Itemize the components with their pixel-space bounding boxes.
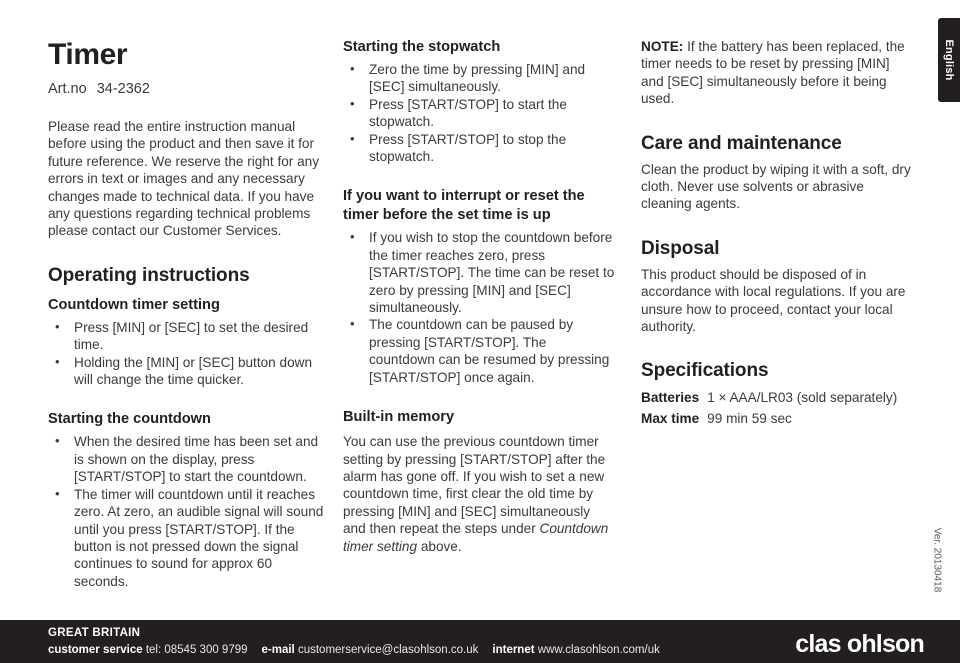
footer-contact-line: customer service tel: 08545 300 9799 e-ma… [48, 642, 660, 658]
operating-instructions-heading: Operating instructions [48, 264, 250, 286]
spec-key: Batteries [641, 390, 700, 406]
tel-value: 08545 300 9799 [164, 644, 248, 656]
page-footer: GREAT BRITAIN customer service tel: 0854… [0, 620, 960, 663]
spec-value: 99 min 59 sec [707, 411, 792, 427]
spec-row: Max time 99 min 59 sec [641, 409, 916, 428]
starting-countdown-list: When the desired time has been set and i… [48, 432, 329, 590]
interrupt-reset-list: If you wish to stop the countdown before… [343, 228, 615, 386]
countdown-setting-heading: Countdown timer setting [48, 296, 220, 313]
disposal-heading: Disposal [641, 237, 720, 259]
list-item: The countdown can be paused by pressing … [343, 315, 615, 386]
article-number: Art.no 34-2362 [48, 80, 329, 98]
page-title: Timer [48, 38, 128, 71]
footer-country: GREAT BRITAIN [48, 627, 141, 639]
interrupt-reset-heading: If you want to interrupt or reset the ti… [343, 188, 585, 224]
list-item: Holding the [MIN] or [SEC] button down w… [48, 353, 329, 389]
column-one: Timer Art.no 34-2362 Please read the enti… [48, 38, 329, 590]
care-maintenance-text: Clean the product by wiping it with a so… [641, 161, 911, 212]
article-number-value: 34-2362 [96, 81, 150, 97]
list-item: Press [START/STOP] to start the stopwatc… [343, 95, 615, 131]
battery-note: NOTE: If the battery has been replaced, … [641, 38, 916, 108]
tel-label: tel: [145, 644, 162, 656]
manual-page: English Ver. 20130418 Timer Art.no 34-236… [0, 0, 960, 663]
stopwatch-list: Zero the time by pressing [MIN] and [SEC… [343, 60, 615, 166]
list-item: Zero the time by pressing [MIN] and [SEC… [343, 60, 615, 96]
list-item: Press [MIN] or [SEC] to set the desired … [48, 318, 329, 354]
column-three: NOTE: If the battery has been replaced, … [641, 38, 916, 428]
disposal-text: This product should be disposed of in ac… [641, 266, 906, 335]
note-label: NOTE: [641, 39, 684, 54]
customer-service-label: customer service [48, 644, 143, 656]
list-item: The timer will countdown until it reache… [48, 485, 329, 590]
brand-logo: clas ohlson [795, 630, 925, 658]
spec-value: 1 × AAA/LR03 (sold separately) [707, 390, 898, 406]
internet-label: internet [492, 644, 535, 656]
email-label: e-mail [261, 644, 295, 656]
stopwatch-heading: Starting the stopwatch [343, 39, 501, 55]
spec-key: Max time [641, 411, 700, 427]
built-in-memory-text: You can use the previous countdown timer… [343, 433, 615, 555]
footer-contact-block: GREAT BRITAIN customer service tel: 0854… [48, 626, 660, 658]
built-in-memory-heading: Built-in memory [343, 409, 455, 426]
starting-countdown-heading: Starting the countdown [48, 411, 211, 428]
column-two: Starting the stopwatch Zero the time by … [343, 38, 615, 555]
content-columns: Timer Art.no 34-2362 Please read the enti… [0, 0, 960, 600]
list-item: Press [START/STOP] to stop the stopwatch… [343, 130, 615, 166]
care-maintenance-heading: Care and maintenance [641, 132, 842, 154]
internet-value[interactable]: www.clasohlson.com/uk [538, 644, 660, 656]
article-number-label: Art.no [48, 81, 87, 97]
list-item: If you wish to stop the countdown before… [343, 228, 615, 316]
list-item: When the desired time has been set and i… [48, 432, 329, 485]
spec-row: Batteries 1 × AAA/LR03 (sold separately) [641, 388, 916, 407]
memory-text-part-2: above. [417, 538, 462, 554]
specifications-heading: Specifications [641, 360, 769, 382]
email-value[interactable]: customerservice@clasohlson.co.uk [298, 644, 478, 656]
intro-paragraph: Please read the entire instruction manua… [48, 119, 319, 239]
countdown-setting-list: Press [MIN] or [SEC] to set the desired … [48, 318, 329, 389]
